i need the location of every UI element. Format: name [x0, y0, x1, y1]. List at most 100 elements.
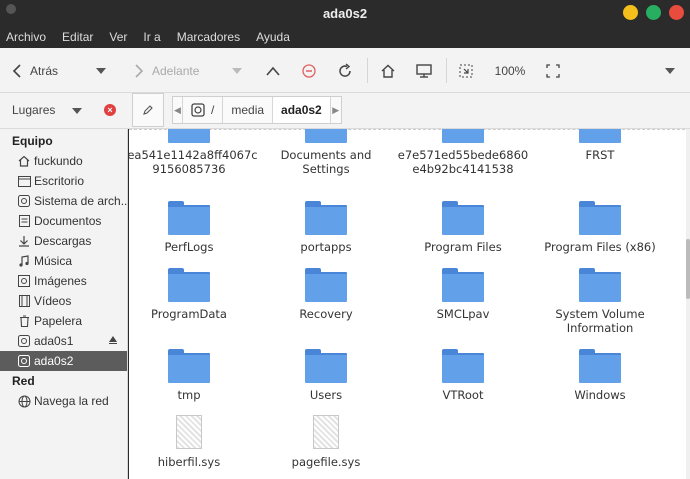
sidebar-item-musica[interactable]: Música [0, 251, 127, 271]
folder-item[interactable]: Documents and Settings [258, 129, 394, 176]
menu-editar[interactable]: Editar [60, 30, 95, 44]
forward-history-dropdown[interactable] [228, 48, 246, 93]
file-name: e7e571ed55bede6860 e4b92bc4141538 [397, 148, 529, 176]
zoom-out-button[interactable] [455, 48, 477, 93]
sidebar-item-fuckundo[interactable]: fuckundo [0, 151, 127, 171]
toolbar-menu-button[interactable] [660, 48, 680, 93]
folder-icon [305, 268, 347, 302]
forward-arrow-icon [135, 63, 144, 78]
breadcrumb: ◀ / media ada0s2 ▶ [172, 96, 342, 124]
sidebar-item-videos[interactable]: Vídeos [0, 291, 127, 311]
pencil-icon [143, 105, 153, 115]
music-icon [17, 255, 31, 268]
sidebar-item-papelera[interactable]: Papelera [0, 311, 127, 331]
forward-button[interactable]: Adelante [134, 48, 224, 93]
folder-item[interactable]: PerfLogs [129, 201, 257, 254]
file-item[interactable]: pagefile.sys [258, 415, 394, 469]
folder-item[interactable]: VTRoot [395, 349, 531, 402]
sidebar-item-ada0s2[interactable]: ada0s2 [0, 351, 127, 371]
menu-ayuda[interactable]: Ayuda [254, 30, 292, 44]
zoom-in-icon [546, 63, 560, 78]
up-arrow-icon [266, 66, 280, 76]
chevron-down-icon[interactable] [72, 108, 82, 114]
window-title: ada0s2 [322, 6, 368, 21]
file-item[interactable]: hiberfil.sys [129, 415, 257, 469]
folder-item[interactable]: portapps [258, 201, 394, 254]
toggle-location-entry-button[interactable] [132, 93, 164, 127]
sidebar-item-navega-la-red[interactable]: Navega la red [0, 391, 127, 411]
places-selector[interactable]: Lugares [12, 103, 55, 117]
breadcrumb-root[interactable]: / [183, 97, 224, 123]
zoom-level[interactable]: 100% [488, 48, 532, 93]
folder-icon [168, 201, 210, 235]
parent-folder-button[interactable] [262, 48, 284, 93]
minimize-button[interactable] [623, 5, 638, 20]
file-view[interactable]: cea541e1142a8ff4067c 9156085736 Documents… [129, 129, 690, 479]
file-name: System Volume Information [555, 307, 645, 335]
menu-ir-a[interactable]: Ir a [141, 30, 162, 44]
file-icon [176, 415, 202, 449]
scrollbar[interactable] [686, 129, 690, 479]
stop-button[interactable] [298, 48, 320, 93]
eject-icon[interactable] [109, 336, 117, 344]
folder-icon [305, 129, 347, 143]
reload-button[interactable] [334, 48, 356, 93]
folder-item[interactable]: Program Files (x86) [532, 201, 668, 254]
home-button[interactable] [376, 48, 400, 93]
folder-icon [168, 349, 210, 383]
menu-marcadores[interactable]: Marcadores [175, 30, 242, 44]
file-name: FRST [585, 148, 615, 162]
breadcrumb-media[interactable]: media [223, 97, 274, 123]
reload-icon [339, 62, 351, 77]
folder-item[interactable]: ProgramData [129, 268, 257, 321]
folder-icon [579, 349, 621, 383]
maximize-button[interactable] [646, 5, 661, 20]
folder-item[interactable]: Users [258, 349, 394, 402]
location-bar: Lugares × [0, 93, 690, 129]
menu-archivo[interactable]: Archivo [4, 30, 48, 44]
breadcrumb-right-arrow[interactable]: ▶ [331, 97, 341, 123]
folder-item[interactable]: Windows [532, 349, 668, 402]
zoom-in-button[interactable] [542, 48, 564, 93]
folder-item[interactable]: System Volume Information [532, 268, 668, 335]
folder-icon [442, 129, 484, 143]
sidebar-item-escritorio[interactable]: Escritorio [0, 171, 127, 191]
folder-item[interactable]: Program Files [395, 201, 531, 254]
sidebar-item-imagenes[interactable]: Imágenes [0, 271, 127, 291]
stop-icon [302, 63, 316, 78]
drive-icon [191, 103, 205, 117]
folder-icon [579, 129, 621, 143]
home-icon [381, 64, 395, 78]
toolbar: Atrás Adelante 100% [0, 48, 690, 93]
back-button[interactable]: Atrás [12, 48, 92, 93]
folder-item[interactable]: e7e571ed55bede6860 e4b92bc4141538 [395, 129, 531, 176]
menu-ver[interactable]: Ver [107, 30, 129, 44]
sidebar-item-documentos[interactable]: Documentos [0, 211, 127, 231]
close-button[interactable] [669, 5, 684, 20]
back-history-dropdown[interactable] [92, 48, 110, 93]
sidebar-item-ada0s1[interactable]: ada0s1 [0, 331, 127, 351]
file-name: tmp [177, 388, 201, 402]
close-sidebar-icon[interactable]: × [104, 104, 116, 116]
computer-button[interactable] [412, 48, 436, 93]
breadcrumb-ada0s2[interactable]: ada0s2 [273, 97, 331, 123]
sidebar-item-sistema-de-archivos[interactable]: Sistema de arch... [0, 191, 127, 211]
file-name: Recovery [299, 307, 353, 321]
folder-item[interactable]: tmp [129, 349, 257, 402]
folder-icon [168, 129, 210, 143]
sidebar-item-descargas[interactable]: Descargas [0, 231, 127, 251]
folder-icon [579, 268, 621, 302]
folder-icon [305, 349, 347, 383]
folder-item[interactable]: cea541e1142a8ff4067c 9156085736 [129, 129, 258, 176]
network-icon [17, 395, 31, 408]
scrollbar-thumb[interactable] [686, 239, 690, 299]
folder-item[interactable]: FRST [532, 129, 668, 162]
folder-icon [442, 201, 484, 235]
sidebar-section-red: Red [12, 374, 35, 388]
folder-item[interactable]: Recovery [258, 268, 394, 321]
file-name: SMCLpav [436, 307, 490, 321]
chevron-down-icon [96, 67, 106, 74]
breadcrumb-left-arrow[interactable]: ◀ [173, 97, 183, 123]
folder-item[interactable]: SMCLpav [395, 268, 531, 321]
file-name: Program Files (x86) [544, 240, 656, 254]
